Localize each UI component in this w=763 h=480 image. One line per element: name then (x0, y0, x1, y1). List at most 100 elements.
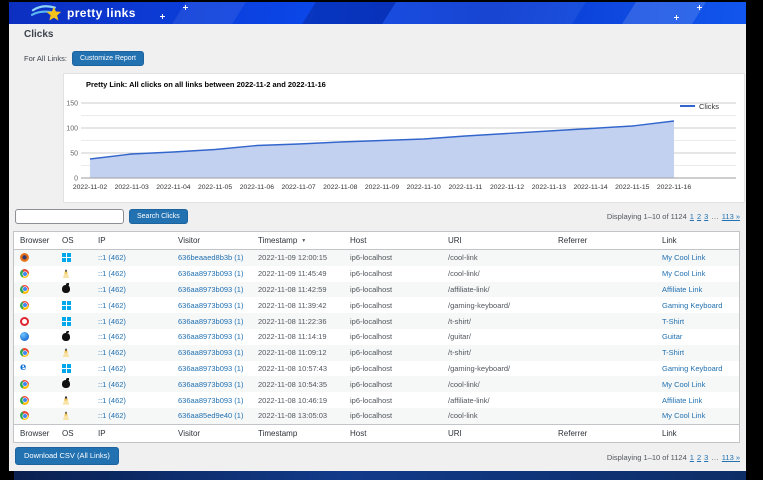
apple-os-icon (62, 285, 70, 293)
ip-link[interactable]: ::1 (462) (98, 332, 126, 341)
search-clicks-button[interactable]: Search Clicks (129, 209, 188, 224)
pretty-link-name[interactable]: T-Shirt (662, 348, 684, 357)
column-header-uri[interactable]: URI (442, 232, 552, 249)
ip-link[interactable]: ::1 (462) (98, 380, 126, 389)
table-row: ::1 (462)636aa8973b093 (1)2022-11-09 11:… (14, 266, 739, 282)
ip-link[interactable]: ::1 (462) (98, 301, 126, 310)
uri-value: /gaming-keyboard/ (442, 361, 552, 377)
x-axis-labels: 2022-11-022022-11-032022-11-042022-11-05… (73, 184, 691, 191)
pagination-page-1[interactable]: 1 (690, 453, 694, 462)
visitor-link[interactable]: 636aa8973b093 (1) (178, 332, 243, 341)
pagination-last-page[interactable]: 113 » (722, 212, 740, 221)
ip-link[interactable]: ::1 (462) (98, 348, 126, 357)
timestamp-value: 2022-11-09 12:00:15 (252, 250, 344, 266)
column-header-label: Referrer (558, 429, 587, 438)
windows-os-icon (62, 301, 71, 310)
referrer-value (552, 282, 656, 298)
pretty-link-name[interactable]: Guitar (662, 332, 682, 341)
customize-report-button[interactable]: Customize Report (72, 51, 144, 66)
visitor-link[interactable]: 636aa8973b093 (1) (178, 380, 243, 389)
column-header-os[interactable]: OS (56, 232, 92, 249)
ip-link[interactable]: ::1 (462) (98, 411, 126, 420)
column-header-host[interactable]: Host (344, 425, 442, 442)
column-header-ip[interactable]: IP (92, 425, 172, 442)
visitor-link[interactable]: 636beaaed8b3b (1) (178, 253, 243, 262)
host-value: ip6-localhost (344, 250, 442, 266)
visitor-link[interactable]: 636aa8973b093 (1) (178, 285, 243, 294)
column-header-link[interactable]: Link (656, 232, 739, 249)
visitor-link[interactable]: 636aa8973b093 (1) (178, 269, 243, 278)
pretty-link-name[interactable]: Gaming Keyboard (662, 364, 722, 373)
ip-link[interactable]: ::1 (462) (98, 285, 126, 294)
visitor-link[interactable]: 636aa8973b093 (1) (178, 301, 243, 310)
visitor-link[interactable]: 636aa85ed9e40 (1) (178, 411, 243, 420)
referrer-value (552, 297, 656, 313)
column-header-uri[interactable]: URI (442, 425, 552, 442)
timestamp-value: 2022-11-08 11:09:12 (252, 345, 344, 361)
pretty-link-name[interactable]: My Cool Link (662, 411, 705, 420)
column-header-timestamp[interactable]: Timestamp▼ (252, 232, 344, 249)
pagination-page-1[interactable]: 1 (690, 212, 694, 221)
pretty-link-name[interactable]: My Cool Link (662, 380, 705, 389)
column-header-referrer[interactable]: Referrer (552, 425, 656, 442)
host-value: ip6-localhost (344, 392, 442, 408)
browser-cell (14, 266, 56, 282)
table-row: ::1 (462) 636aa8973b093 (1) 2022-11-08 11:… (14, 329, 739, 345)
pretty-link-name[interactable]: Affiliate Link (662, 285, 702, 294)
pagination-last-page[interactable]: 113 » (722, 453, 740, 462)
x-axis-tick-label: 2022-11-09 (365, 184, 399, 191)
pagination-page-2[interactable]: 2 (697, 212, 701, 221)
uri-value: /cool-link (442, 250, 552, 266)
pretty-link-name[interactable]: My Cool Link (662, 269, 705, 278)
browser-cell (14, 408, 56, 424)
pretty-link-name[interactable]: T-Shirt (662, 317, 684, 326)
ip-link[interactable]: ::1 (462) (98, 253, 126, 262)
visitor-link[interactable]: 636aa8973b093 (1) (178, 396, 243, 405)
column-header-label: IP (98, 429, 106, 438)
os-cell (56, 408, 92, 424)
ip-link[interactable]: ::1 (462) (98, 317, 126, 326)
column-header-referrer[interactable]: Referrer (552, 232, 656, 249)
chrome-browser-icon (20, 301, 29, 310)
visitor-link[interactable]: 636aa8973b093 (1) (178, 364, 243, 373)
clicks-area-chart[interactable]: 0501001502022-11-022022-11-032022-11-042… (64, 74, 746, 204)
column-header-visitor[interactable]: Visitor (172, 425, 252, 442)
column-header-visitor[interactable]: Visitor (172, 232, 252, 249)
column-header-timestamp[interactable]: Timestamp (252, 425, 344, 442)
visitor-link[interactable]: 636aa8973b093 (1) (178, 317, 243, 326)
timestamp-value: 2022-11-08 11:14:19 (252, 329, 344, 345)
column-header-browser[interactable]: Browser (14, 232, 56, 249)
ip-link[interactable]: ::1 (462) (98, 364, 126, 373)
ip-link[interactable]: ::1 (462) (98, 396, 126, 405)
column-header-host[interactable]: Host (344, 232, 442, 249)
uri-value: /cool-link/ (442, 266, 552, 282)
app-header: pretty links (9, 2, 746, 24)
header-stripe (380, 2, 589, 24)
column-header-link[interactable]: Link (656, 425, 739, 442)
referrer-value (552, 266, 656, 282)
referrer-value (552, 392, 656, 408)
visitor-link[interactable]: 636aa8973b093 (1) (178, 348, 243, 357)
x-axis-tick-label: 2022-11-12 (490, 184, 524, 191)
pretty-link-name[interactable]: Gaming Keyboard (662, 301, 722, 310)
x-axis-tick-label: 2022-11-14 (573, 184, 607, 191)
uri-value: /guitar/ (442, 329, 552, 345)
pretty-link-name[interactable]: Affiliate Link (662, 396, 702, 405)
ip-link[interactable]: ::1 (462) (98, 269, 126, 278)
column-header-os[interactable]: OS (56, 425, 92, 442)
column-header-label: Link (662, 236, 677, 245)
column-header-browser[interactable]: Browser (14, 425, 56, 442)
x-axis-tick-label: 2022-11-15 (615, 184, 649, 191)
search-input[interactable] (15, 209, 124, 224)
pagination-page-3[interactable]: 3 (704, 212, 708, 221)
column-header-label: Visitor (178, 236, 200, 245)
pagination-page-2[interactable]: 2 (697, 453, 701, 462)
download-csv-button[interactable]: Download CSV (All Links) (15, 447, 119, 465)
pagination-page-3[interactable]: 3 (704, 453, 708, 462)
column-header-ip[interactable]: IP (92, 232, 172, 249)
filter-label: For All Links: (24, 54, 67, 63)
x-axis-tick-label: 2022-11-03 (115, 184, 149, 191)
clicks-series[interactable] (90, 121, 674, 178)
pretty-link-name[interactable]: My Cool Link (662, 253, 705, 262)
table-row: ::1 (462)636aa8973b093 (1)2022-11-08 11:… (14, 313, 739, 329)
